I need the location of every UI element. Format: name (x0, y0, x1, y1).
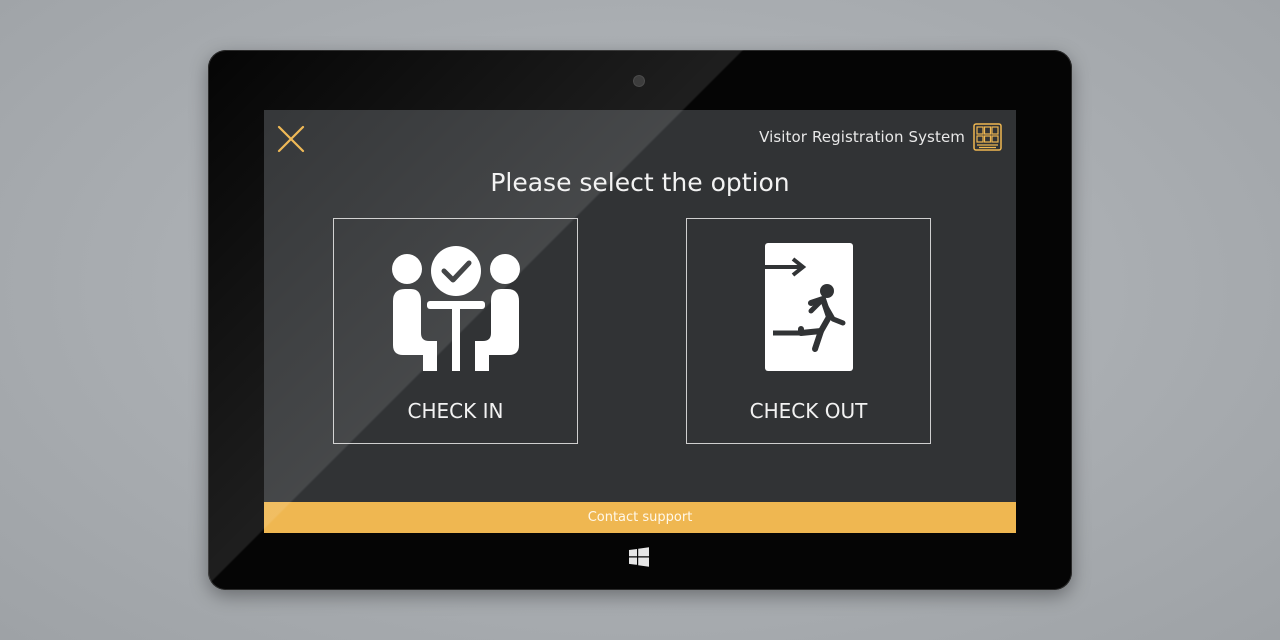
app-header: Visitor Registration System (759, 122, 1002, 152)
building-icon (973, 123, 1002, 151)
windows-logo-icon (629, 547, 649, 567)
app-title: Visitor Registration System (759, 128, 965, 146)
contact-support-button[interactable]: Contact support (264, 502, 1016, 533)
meeting-table-check-icon (334, 241, 577, 375)
check-out-button[interactable]: CHECK OUT (686, 218, 931, 444)
close-icon (277, 125, 305, 153)
kiosk-screen: Visitor Registration System Please selec… (264, 110, 1016, 533)
contact-support-label: Contact support (587, 510, 693, 525)
exit-running-man-icon (687, 241, 930, 375)
check-out-label: CHECK OUT (749, 399, 868, 423)
check-in-label: CHECK IN (407, 399, 504, 423)
page-title: Please select the option (490, 168, 790, 197)
check-in-button[interactable]: CHECK IN (333, 218, 578, 444)
windows-start-button[interactable] (629, 547, 649, 567)
tablet-device: Visitor Registration System Please selec… (208, 50, 1072, 590)
close-button[interactable] (276, 124, 306, 154)
camera-icon (634, 76, 644, 86)
